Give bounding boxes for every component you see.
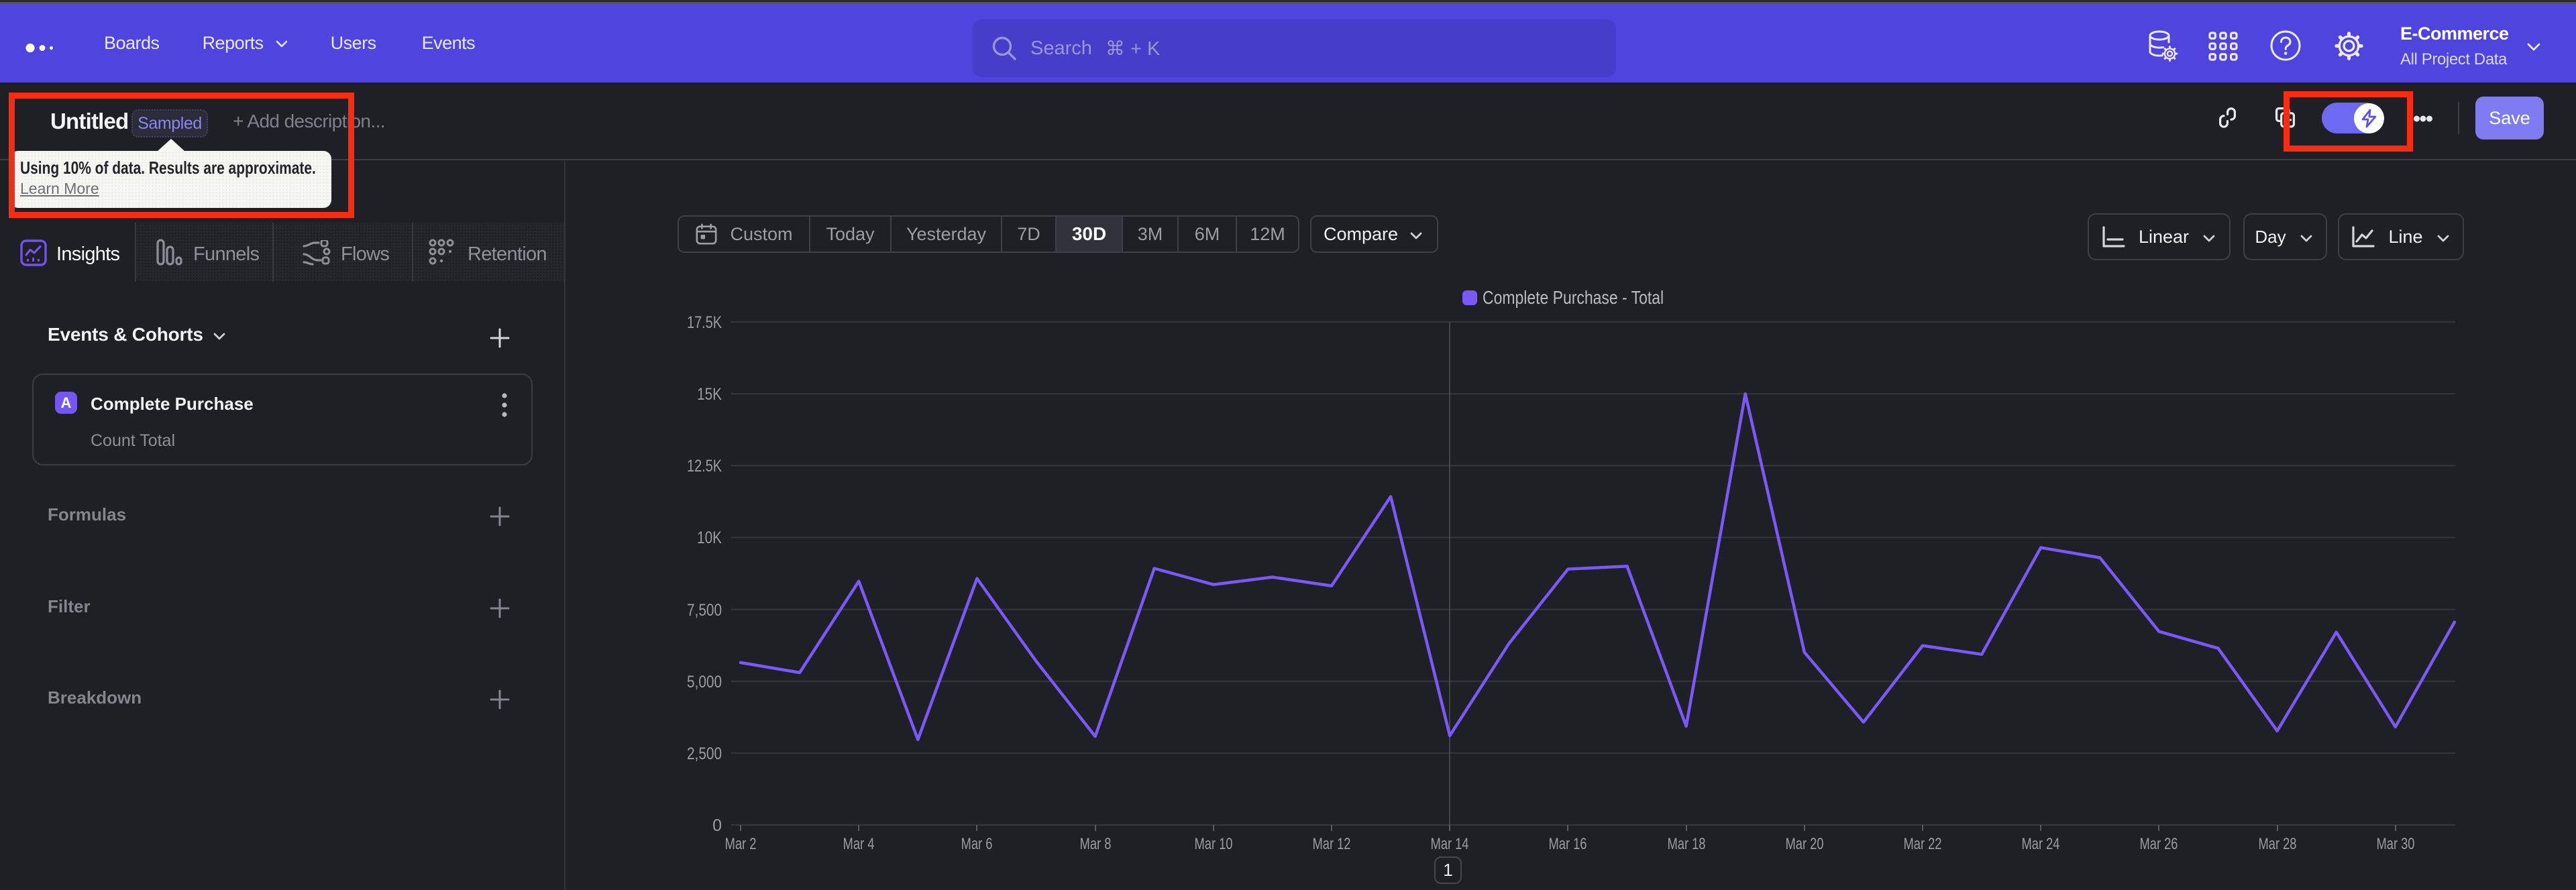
svg-text:7,500: 7,500	[687, 601, 722, 620]
svg-text:Mar 28: Mar 28	[2259, 835, 2297, 853]
svg-text:Mar 18: Mar 18	[1668, 835, 1706, 853]
svg-text:17.5K: 17.5K	[687, 313, 722, 332]
svg-text:Mar 26: Mar 26	[2140, 835, 2178, 853]
svg-text:0: 0	[712, 816, 722, 835]
svg-text:Mar 8: Mar 8	[1080, 835, 1112, 853]
svg-text:Mar 10: Mar 10	[1195, 835, 1233, 853]
svg-text:Mar 30: Mar 30	[2377, 835, 2415, 853]
svg-text:10K: 10K	[697, 529, 722, 547]
svg-text:Mar 14: Mar 14	[1431, 835, 1469, 853]
svg-text:Mar 2: Mar 2	[725, 835, 757, 853]
svg-text:Mar 6: Mar 6	[961, 835, 993, 853]
svg-text:2,500: 2,500	[687, 744, 722, 763]
svg-text:Mar 16: Mar 16	[1549, 835, 1587, 853]
svg-text:Mar 24: Mar 24	[2022, 835, 2060, 853]
svg-text:Mar 20: Mar 20	[1786, 835, 1824, 853]
svg-text:15K: 15K	[697, 385, 722, 404]
svg-text:Mar 12: Mar 12	[1313, 835, 1351, 853]
svg-text:5,000: 5,000	[687, 673, 722, 691]
svg-text:Mar 4: Mar 4	[843, 835, 875, 853]
svg-text:Mar 22: Mar 22	[1904, 835, 1942, 853]
svg-text:12.5K: 12.5K	[687, 457, 722, 476]
